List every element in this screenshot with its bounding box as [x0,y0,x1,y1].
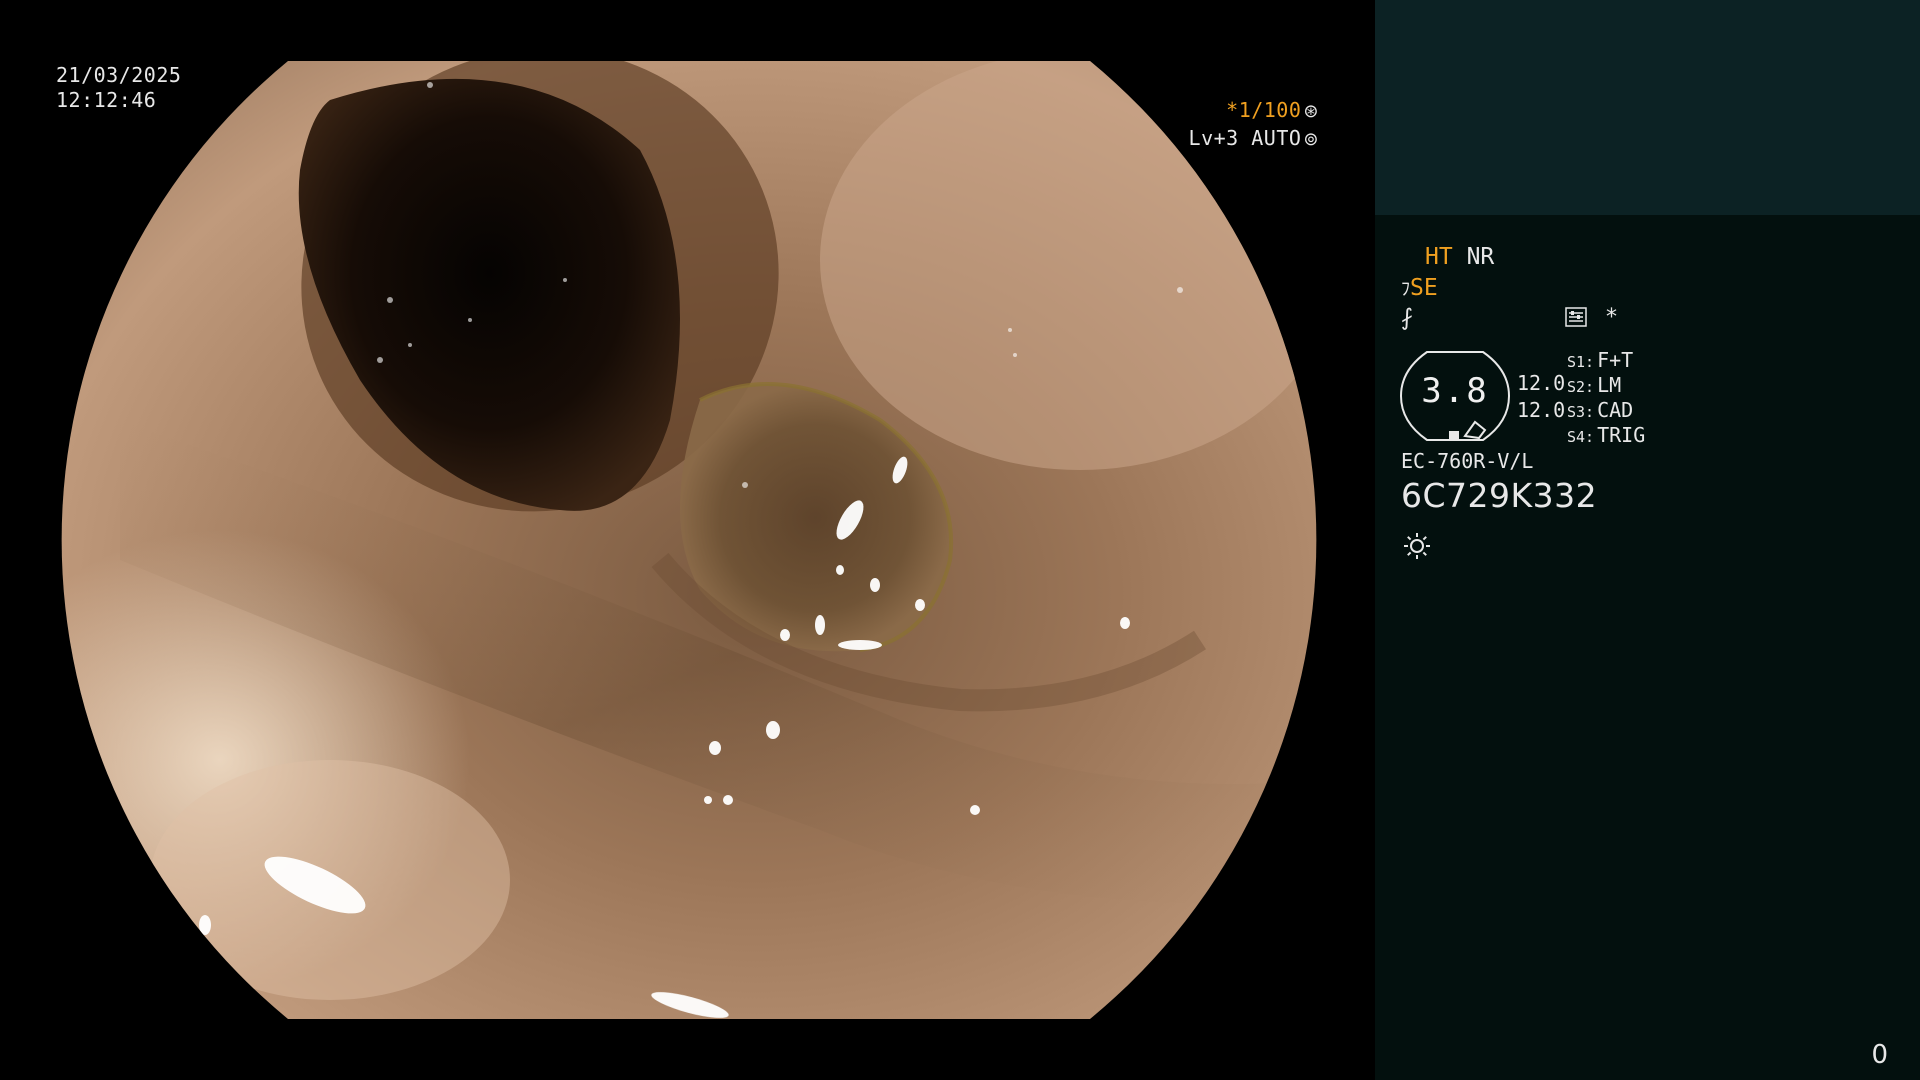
shutter-prefix: * [1226,98,1239,122]
asterisk-indicator: * [1606,305,1617,330]
slot-key: S3: [1567,403,1595,421]
mode-row-se: ﾌSE [1401,275,1438,301]
image-counter: 0 [1871,1040,1888,1070]
settings-panel-icon [1565,305,1594,330]
info-panel-header [1375,0,1920,215]
value-a: 12.0 [1517,371,1566,395]
slot-value: F+T [1597,348,1634,372]
endoscope-image-area: 21/03/2025 12:12:46 *1/100 ⊛ Lv+3 AUTO ⊚ [0,0,1375,1080]
slot-key: S4: [1567,428,1595,446]
slot-s2: S2: LM [1567,373,1621,397]
light-level-readout: Lv+3 AUTO ⊚ [1189,126,1319,152]
se-prefix-icon: ﾌ [1401,279,1410,300]
shutter-icon: ⊛ [1303,101,1319,122]
scope-model: EC-760R-V/L [1401,449,1534,473]
nr-indicator: NR [1466,244,1495,270]
slot-value: CAD [1597,398,1634,422]
shutter-value: 1/100 [1238,98,1302,122]
ht-indicator: HT [1425,244,1453,270]
datetime-readout: 21/03/2025 12:12:46 [56,63,181,113]
endoscopy-monitor: 21/03/2025 12:12:46 *1/100 ⊛ Lv+3 AUTO ⊚ H… [0,0,1920,1080]
iris-icon: ⊚ [1303,129,1319,150]
value-b: 12.0 [1517,398,1566,422]
slot-value: LM [1597,373,1622,397]
light-source-icon [1404,533,1430,559]
slot-key: S1: [1567,353,1595,371]
scope-serial: 6C729K332 [1401,476,1598,515]
slot-s3: S3: CAD [1567,398,1633,422]
settings-row: * [1565,305,1617,330]
shutter-readout: *1/100 ⊛ [1226,98,1319,124]
zoom-value: 3.8 [1421,371,1489,411]
endoscope-image [61,61,1317,1019]
slot-s4: S4: TRIG [1567,423,1645,447]
slot-key: S2: [1567,378,1595,396]
date-text: 21/03/2025 [56,63,182,87]
se-indicator: SE [1410,275,1438,301]
mode-row-ht: HT NR [1425,244,1494,270]
enhance-icon: ⨏ [1401,305,1413,331]
slot-value: TRIG [1597,423,1646,447]
info-panel: HT NR ﾌSE ⨏ * 3.8 12.0 12.0 S1: F+T S2: … [1375,0,1920,1080]
time-text: 12:12:46 [56,88,157,112]
slot-s1: S1: F+T [1567,348,1633,372]
light-level-label: Lv+3 AUTO [1188,126,1302,150]
